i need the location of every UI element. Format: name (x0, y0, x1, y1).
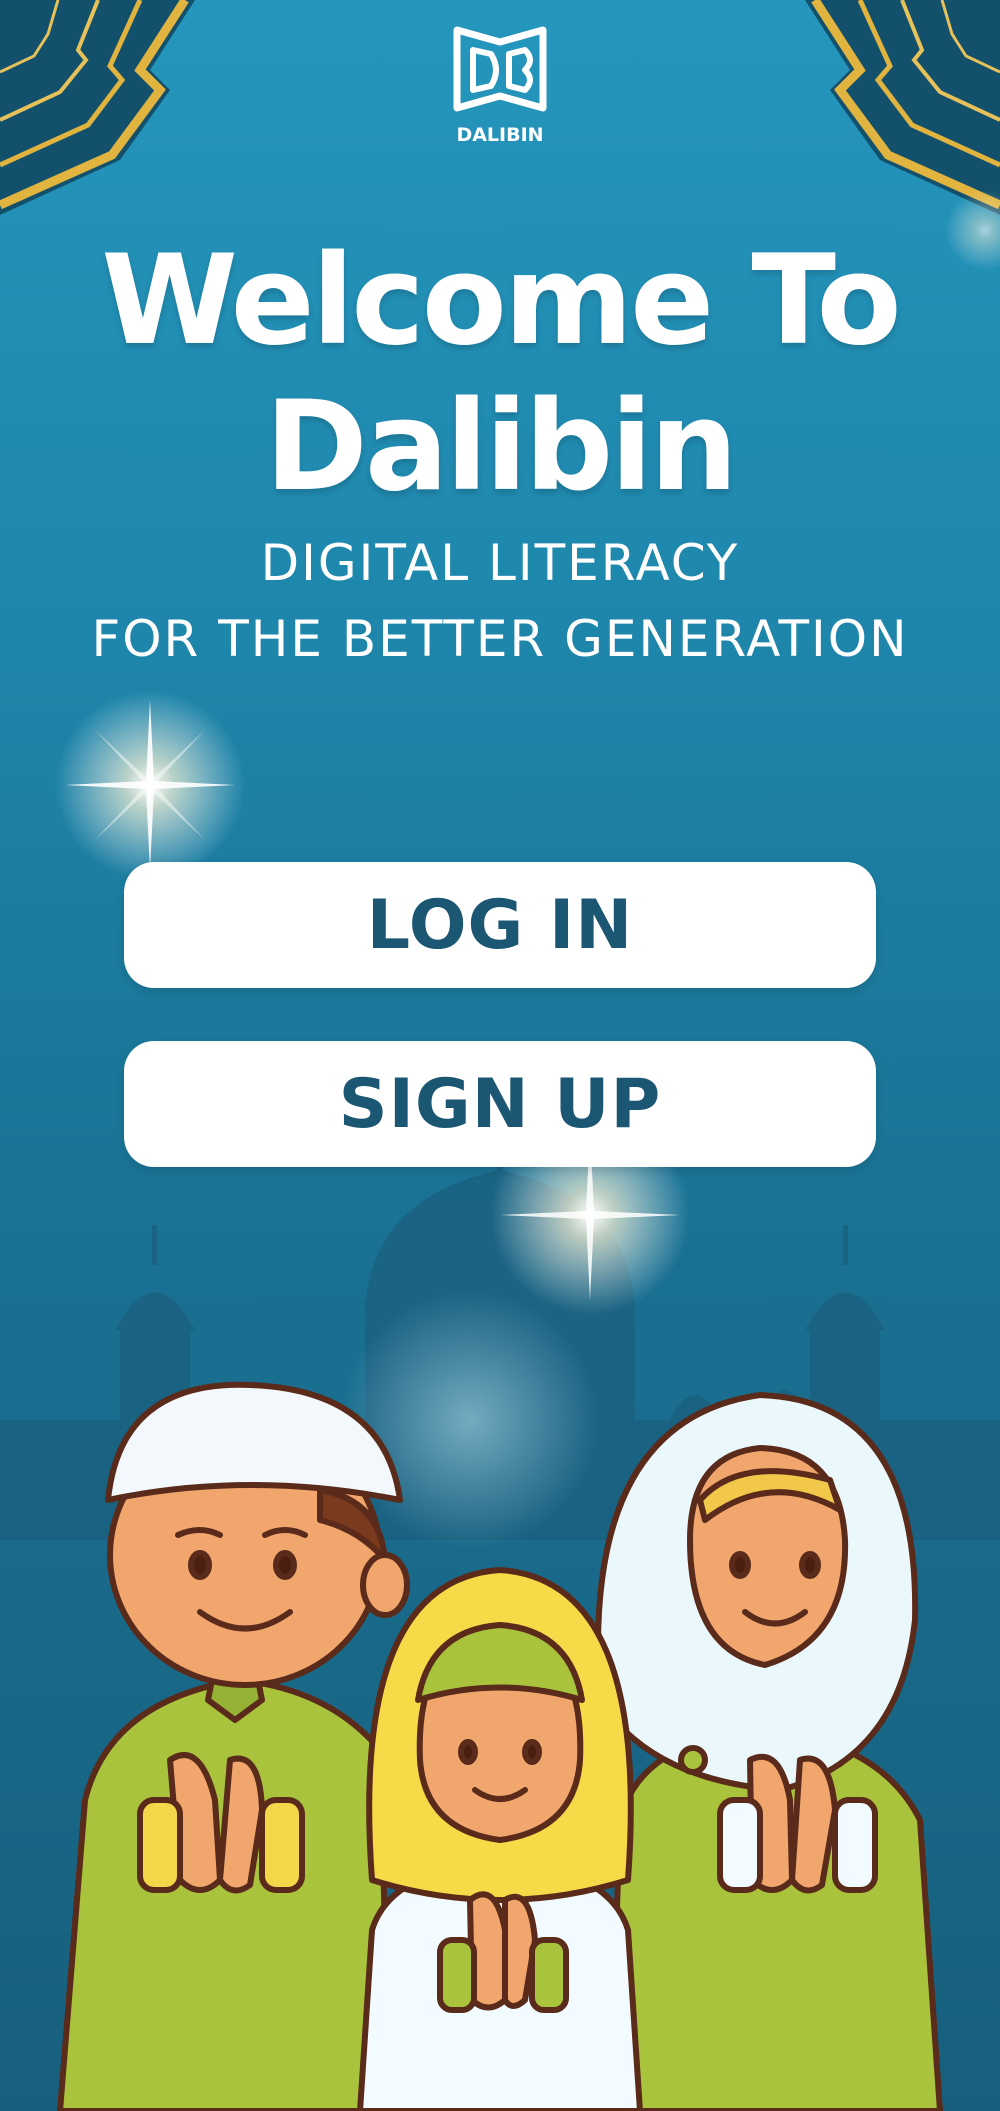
gold-corner-ornament-right (805, 0, 1000, 215)
book-logo-icon (453, 26, 547, 112)
tagline-line-1: DIGITAL LITERACY (260, 534, 740, 592)
signup-button[interactable]: SIGN UP (124, 1041, 876, 1167)
title-line-2: Dalibin (264, 375, 738, 519)
gold-corner-ornament-left (0, 0, 195, 215)
title-line-1: Welcome To (101, 229, 901, 373)
page-title: Welcome To Dalibin (0, 228, 1000, 520)
tagline-line-2: FOR THE BETTER GENERATION (91, 610, 909, 668)
login-button[interactable]: LOG IN (124, 862, 876, 988)
brand-logo: DALIBIN (440, 20, 560, 146)
welcome-screen: DALIBIN Welcome To Dalibin DIGITAL LITER… (0, 0, 1000, 2111)
family-praying-illustration (57, 1381, 943, 2111)
logo-text: DALIBIN (456, 124, 544, 146)
